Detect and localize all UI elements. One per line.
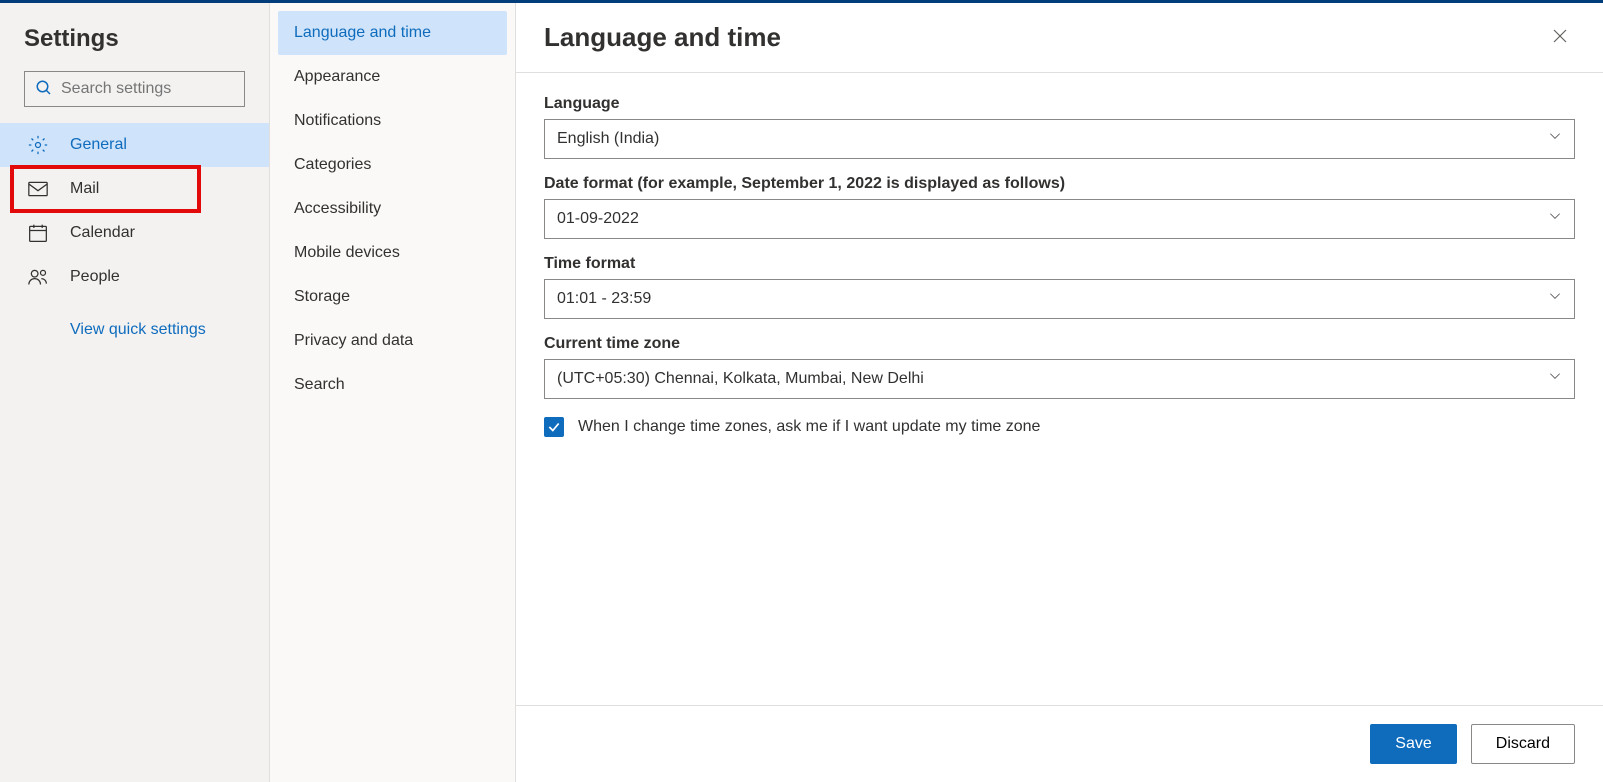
timezone-ask-checkbox[interactable]	[544, 417, 564, 437]
timezone-value: (UTC+05:30) Chennai, Kolkata, Mumbai, Ne…	[557, 370, 924, 388]
subnav-mobile-devices[interactable]: Mobile devices	[278, 231, 507, 275]
settings-title: Settings	[0, 25, 269, 71]
subnav-appearance[interactable]: Appearance	[278, 55, 507, 99]
subnav-label: Language and time	[294, 24, 431, 42]
view-quick-settings-link[interactable]: View quick settings	[0, 299, 269, 339]
subnav-notifications[interactable]: Notifications	[278, 99, 507, 143]
language-select[interactable]: English (India)	[544, 119, 1575, 159]
subnav-accessibility[interactable]: Accessibility	[278, 187, 507, 231]
detail-footer: Save Discard	[516, 705, 1603, 782]
language-label: Language	[544, 95, 1575, 113]
sidebar-item-calendar[interactable]: Calendar	[0, 211, 269, 255]
settings-detail-panel: Language and time Language English (Indi…	[516, 3, 1603, 782]
subnav-label: Accessibility	[294, 200, 381, 218]
time-format-value: 01:01 - 23:59	[557, 290, 651, 308]
discard-button[interactable]: Discard	[1471, 724, 1575, 764]
sidebar-item-mail[interactable]: Mail	[0, 167, 269, 211]
subnav-label: Search	[294, 376, 345, 394]
chevron-down-icon	[1548, 129, 1562, 148]
mail-icon	[28, 181, 52, 197]
settings-sidebar: Settings General Mail Calendar	[0, 3, 270, 782]
timezone-ask-row: When I change time zones, ask me if I wa…	[544, 417, 1575, 437]
timezone-ask-label: When I change time zones, ask me if I wa…	[578, 418, 1040, 436]
close-button[interactable]	[1545, 21, 1575, 54]
search-input[interactable]	[61, 80, 234, 98]
subnav-label: Notifications	[294, 112, 381, 130]
time-format-label: Time format	[544, 255, 1575, 273]
subnav-label: Appearance	[294, 68, 380, 86]
page-title: Language and time	[544, 22, 781, 53]
date-format-label: Date format (for example, September 1, 2…	[544, 175, 1575, 193]
sidebar-item-label: General	[70, 136, 127, 154]
close-icon	[1551, 27, 1569, 45]
subnav-label: Privacy and data	[294, 332, 413, 350]
timezone-label: Current time zone	[544, 335, 1575, 353]
chevron-down-icon	[1548, 289, 1562, 308]
time-format-field: Time format 01:01 - 23:59	[544, 255, 1575, 319]
sidebar-item-label: People	[70, 268, 120, 286]
subnav-label: Storage	[294, 288, 350, 306]
gear-icon	[28, 135, 52, 155]
subnav-search[interactable]: Search	[278, 363, 507, 407]
subnav-label: Mobile devices	[294, 244, 400, 262]
chevron-down-icon	[1548, 369, 1562, 388]
subnav-label: Categories	[294, 156, 371, 174]
calendar-icon	[28, 223, 52, 243]
detail-header: Language and time	[516, 3, 1603, 73]
date-format-field: Date format (for example, September 1, 2…	[544, 175, 1575, 239]
language-value: English (India)	[557, 130, 659, 148]
timezone-select[interactable]: (UTC+05:30) Chennai, Kolkata, Mumbai, Ne…	[544, 359, 1575, 399]
language-field: Language English (India)	[544, 95, 1575, 159]
sidebar-item-general[interactable]: General	[0, 123, 269, 167]
timezone-field: Current time zone (UTC+05:30) Chennai, K…	[544, 335, 1575, 399]
search-icon	[35, 79, 53, 100]
save-button[interactable]: Save	[1370, 724, 1456, 764]
subnav-language-and-time[interactable]: Language and time	[278, 11, 507, 55]
general-subnav: Language and time Appearance Notificatio…	[270, 3, 516, 782]
search-settings-box[interactable]	[24, 71, 245, 107]
subnav-storage[interactable]: Storage	[278, 275, 507, 319]
time-format-select[interactable]: 01:01 - 23:59	[544, 279, 1575, 319]
check-icon	[547, 420, 561, 434]
date-format-select[interactable]: 01-09-2022	[544, 199, 1575, 239]
chevron-down-icon	[1548, 209, 1562, 228]
sidebar-item-people[interactable]: People	[0, 255, 269, 299]
date-format-value: 01-09-2022	[557, 210, 639, 228]
sidebar-item-label: Mail	[70, 180, 99, 198]
sidebar-item-label: Calendar	[70, 224, 135, 242]
people-icon	[28, 268, 52, 286]
subnav-privacy-and-data[interactable]: Privacy and data	[278, 319, 507, 363]
subnav-categories[interactable]: Categories	[278, 143, 507, 187]
